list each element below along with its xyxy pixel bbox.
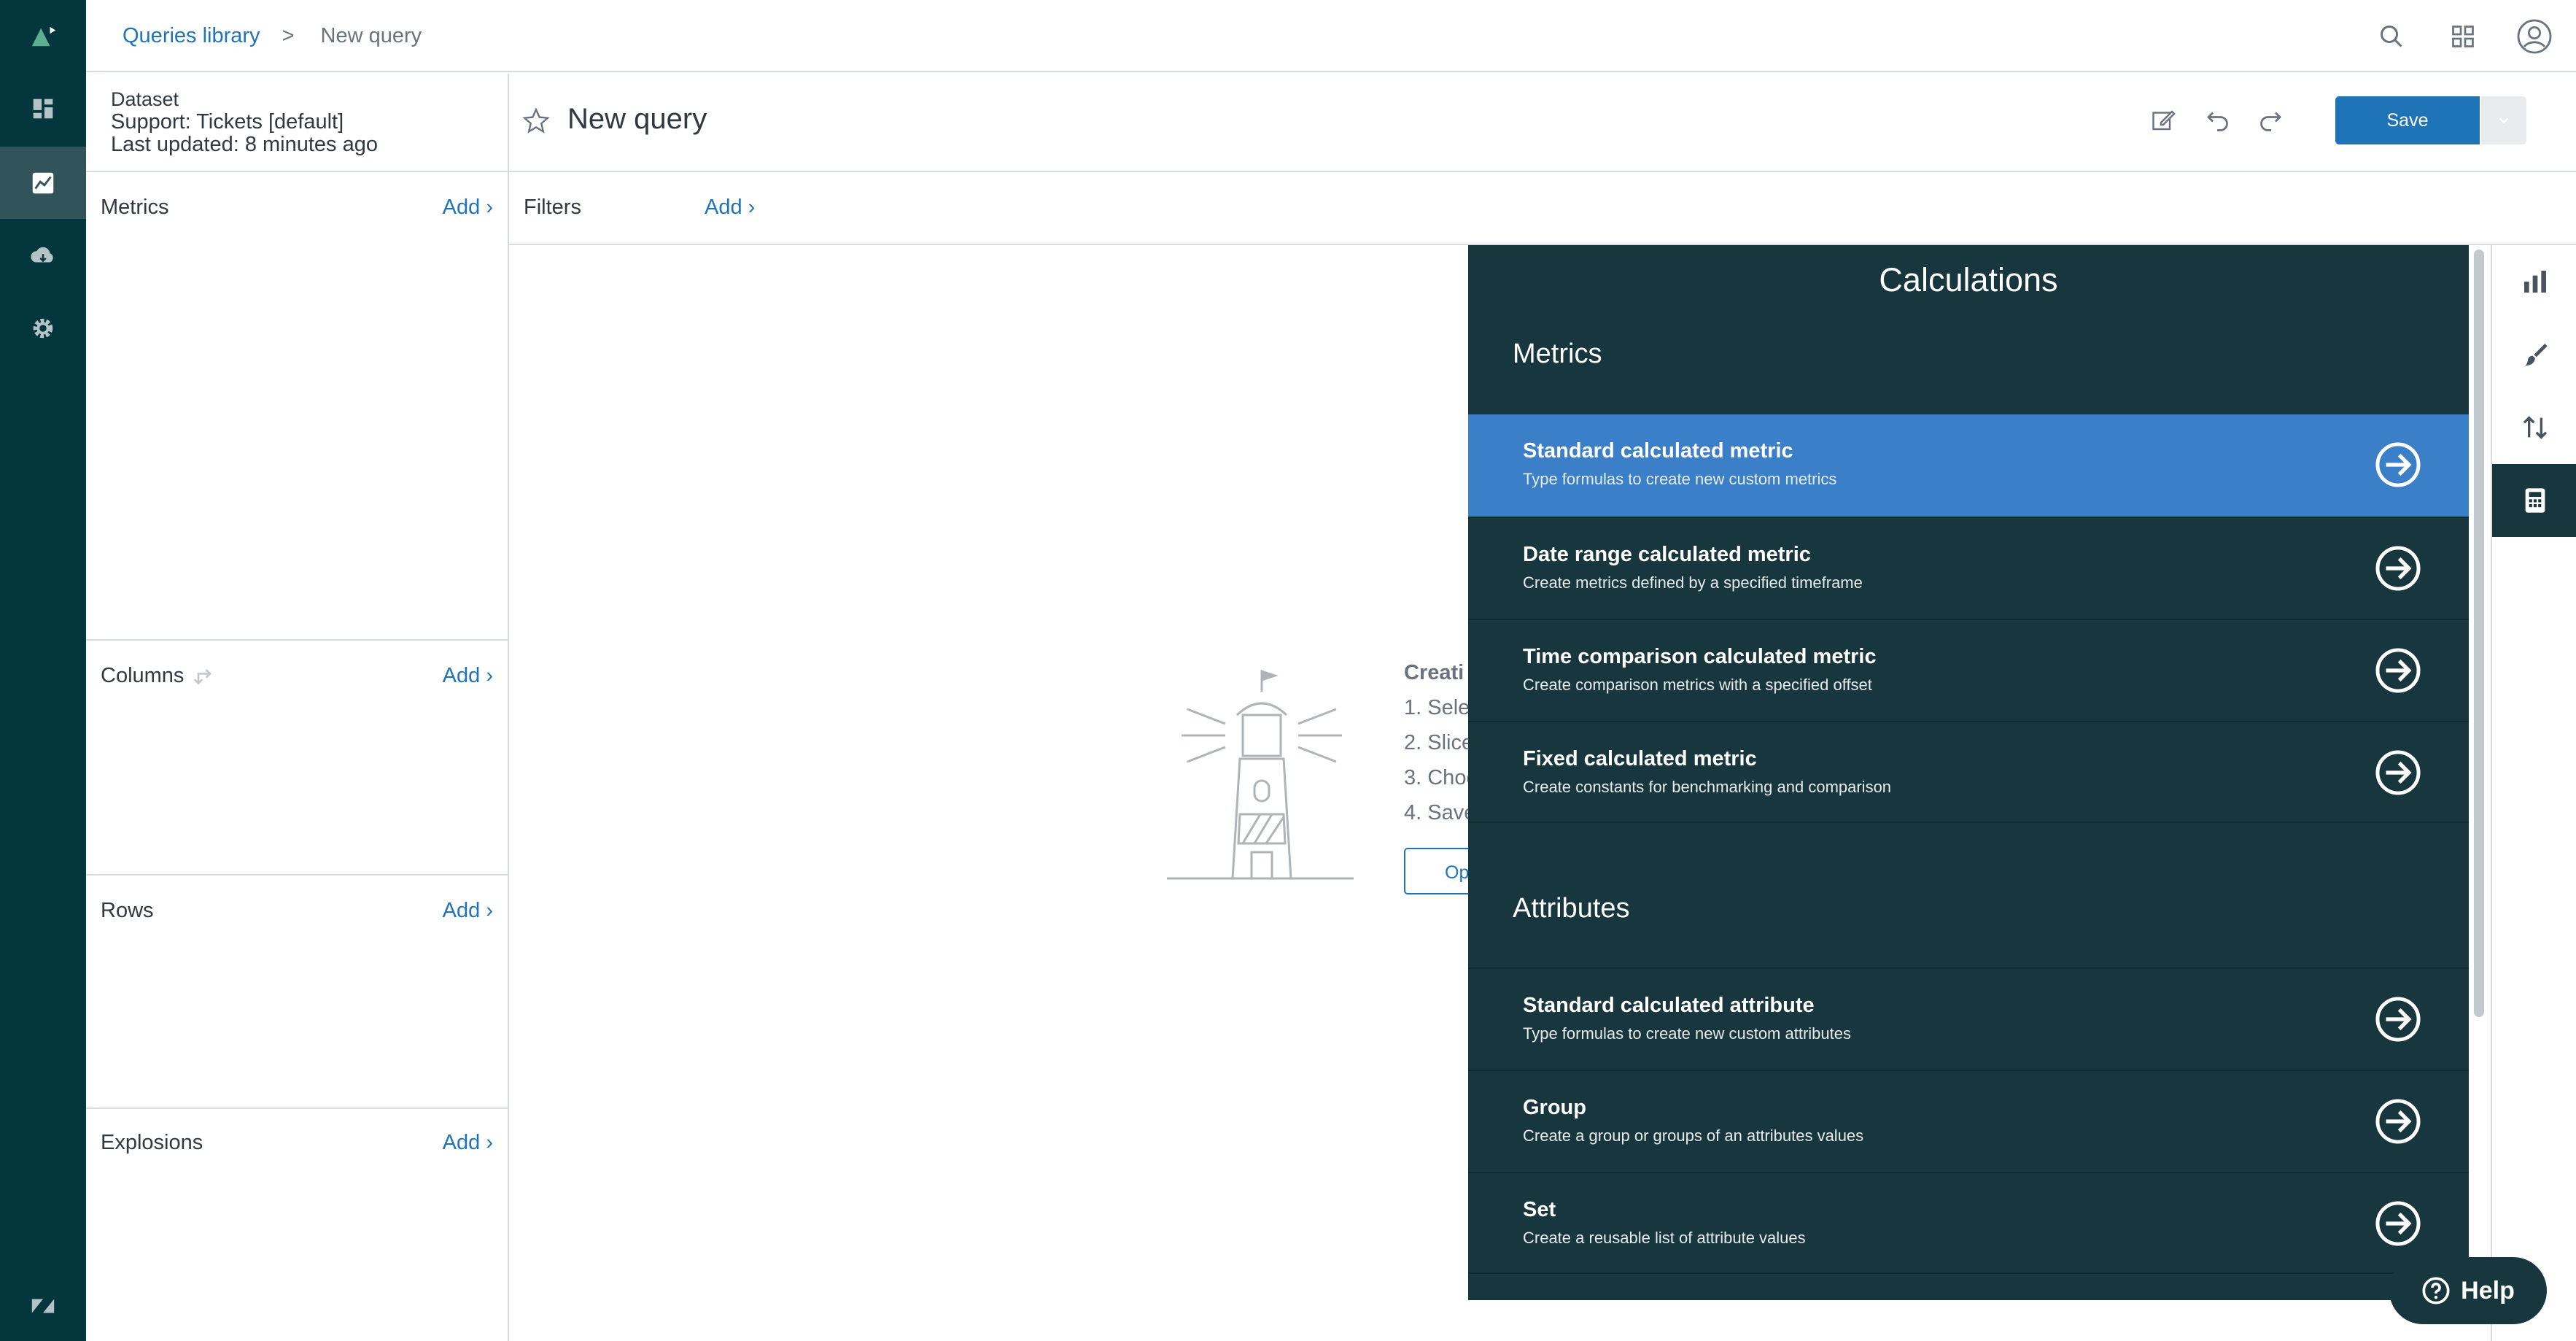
top-icons <box>2338 0 2553 72</box>
calculator-icon[interactable] <box>2492 464 2576 537</box>
calc-item-title: Set <box>1523 1198 1556 1221</box>
calculations-scrollbar[interactable] <box>2469 245 2491 1300</box>
rows-add-link[interactable]: Add › <box>443 899 493 923</box>
top-bar: Queries library > New query <box>86 0 2576 72</box>
columns-add-link[interactable]: Add › <box>443 664 493 688</box>
calc-item-title: Standard calculated metric <box>1523 439 1793 463</box>
breadcrumb-current: New query <box>320 24 422 47</box>
calc-item-title: Fixed calculated metric <box>1523 747 1757 770</box>
chart-icon[interactable] <box>2492 245 2576 318</box>
question-icon <box>2422 1277 2450 1305</box>
columns-section: Columns Add › <box>86 639 508 874</box>
star-icon[interactable] <box>522 107 550 135</box>
swap-icon[interactable] <box>193 664 216 691</box>
arrow-right-circle-icon <box>2375 648 2421 693</box>
edit-icon[interactable] <box>2149 106 2178 135</box>
filters-label: Filters <box>524 196 581 219</box>
undo-icon[interactable] <box>2203 106 2232 135</box>
save-options-button[interactable] <box>2480 96 2526 144</box>
columns-label: Columns <box>101 664 185 687</box>
calc-item-set[interactable]: Set Create a reusable list of attribute … <box>1468 1172 2469 1274</box>
calc-item-fixed-metric[interactable]: Fixed calculated metric Create constants… <box>1468 721 2469 823</box>
dataset-name: Support: Tickets [default] <box>111 110 344 134</box>
calc-item-desc: Create comparison metrics with a specifi… <box>1523 676 1872 694</box>
lighthouse-illustration <box>1167 657 1357 894</box>
apps-grid-icon[interactable] <box>2445 18 2481 55</box>
save-button[interactable]: Save <box>2335 96 2480 144</box>
breadcrumb-queries-library[interactable]: Queries library <box>123 24 260 48</box>
zendesk-logo-icon[interactable] <box>0 1269 86 1341</box>
calculations-title: Calculations <box>1879 261 2058 298</box>
arrow-right-circle-icon <box>2375 1201 2421 1246</box>
metrics-add-link[interactable]: Add › <box>443 196 493 220</box>
breadcrumb-separator: > <box>282 24 295 47</box>
settings-icon[interactable] <box>0 292 86 364</box>
calc-item-time-comparison-metric[interactable]: Time comparison calculated metric Create… <box>1468 619 2469 721</box>
query-title[interactable]: New query <box>567 103 707 136</box>
metrics-heading: Metrics <box>1513 339 1602 369</box>
scrollbar-thumb[interactable] <box>2474 250 2484 1017</box>
calc-item-title: Group <box>1523 1096 1586 1119</box>
query-tools: Save <box>2124 96 2526 145</box>
arrow-right-circle-icon <box>2375 442 2421 487</box>
calc-item-desc: Type formulas to create new custom metri… <box>1523 470 1837 488</box>
arrow-right-circle-icon <box>2375 997 2421 1042</box>
arrow-right-circle-icon <box>2375 750 2421 795</box>
calc-item-desc: Create constants for benchmarking and co… <box>1523 778 1892 796</box>
metrics-section: Metrics Add › <box>86 172 508 639</box>
redo-icon[interactable] <box>2257 106 2286 135</box>
calc-item-standard-attribute[interactable]: Standard calculated attribute Type formu… <box>1468 967 2469 1070</box>
left-nav <box>0 0 86 1341</box>
calc-item-desc: Create a reusable list of attribute valu… <box>1523 1229 1806 1247</box>
rows-label: Rows <box>101 899 154 922</box>
dataset-info[interactable]: Dataset Support: Tickets [default] Last … <box>86 74 509 172</box>
calc-item-standard-metric[interactable]: Standard calculated metric Type formulas… <box>1468 414 2469 517</box>
calc-item-group[interactable]: Group Create a group or groups of an att… <box>1468 1070 2469 1172</box>
cloud-icon[interactable] <box>0 219 86 291</box>
calculations-panel: Calculations Metrics Standard calculated… <box>1468 245 2469 1300</box>
explosions-label: Explosions <box>101 1131 203 1154</box>
calc-item-title: Time comparison calculated metric <box>1523 645 1877 668</box>
explosions-add-link[interactable]: Add › <box>443 1131 493 1155</box>
save-group: Save <box>2335 96 2526 144</box>
attributes-heading: Attributes <box>1513 893 1630 924</box>
dataset-updated: Last updated: 8 minutes ago <box>111 133 378 156</box>
breadcrumb: Queries library > New query <box>123 0 422 72</box>
filters-bar: Filters Add › <box>509 172 2576 245</box>
dashboard-icon[interactable] <box>0 72 86 144</box>
help-button[interactable]: Help <box>2389 1257 2547 1324</box>
chevron-down-icon <box>2499 117 2509 124</box>
logo-icon[interactable] <box>0 0 86 72</box>
help-label: Help <box>2461 1276 2515 1305</box>
calc-item-title: Standard calculated attribute <box>1523 994 1815 1017</box>
arrow-right-circle-icon <box>2375 546 2421 591</box>
right-rail <box>2491 245 2576 1341</box>
sort-icon[interactable] <box>2492 391 2576 464</box>
calc-item-date-range-metric[interactable]: Date range calculated metric Create metr… <box>1468 517 2469 619</box>
explosions-section: Explosions Add › <box>86 1108 508 1341</box>
calc-item-desc: Create a group or groups of an attribute… <box>1523 1126 1864 1145</box>
queries-icon[interactable] <box>0 147 86 219</box>
user-avatar-icon[interactable] <box>2516 18 2553 55</box>
calc-item-desc: Type formulas to create new custom attri… <box>1523 1024 1851 1043</box>
arrow-right-circle-icon <box>2375 1099 2421 1144</box>
paintbrush-icon[interactable] <box>2492 318 2576 391</box>
dataset-label: Dataset <box>111 88 179 110</box>
search-icon[interactable] <box>2373 18 2410 55</box>
rows-section: Rows Add › <box>86 874 508 1108</box>
left-panel: Metrics Add › Columns Add › Rows Add › E… <box>86 172 509 1341</box>
query-bar: New query Save <box>509 74 2576 172</box>
filters-add-link[interactable]: Add › <box>705 196 755 220</box>
calc-item-title: Date range calculated metric <box>1523 543 1811 566</box>
metrics-label: Metrics <box>101 196 169 219</box>
calc-item-desc: Create metrics defined by a specified ti… <box>1523 573 1863 592</box>
